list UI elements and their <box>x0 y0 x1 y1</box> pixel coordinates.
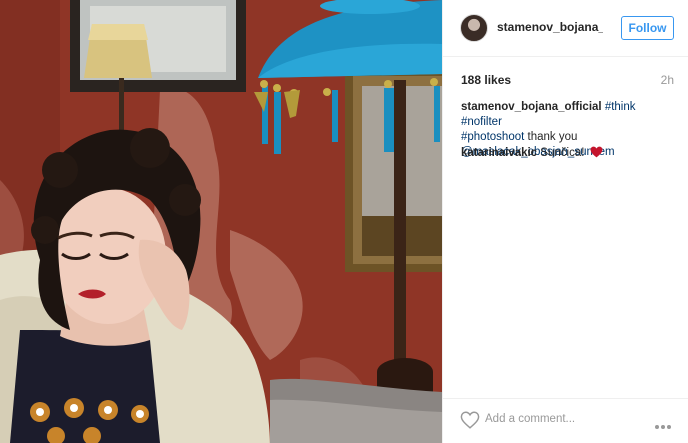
follow-button[interactable]: Follow <box>621 16 674 40</box>
likes-count[interactable]: 188 likes <box>461 73 511 87</box>
comment-username[interactable]: katarinaivakic <box>461 147 537 159</box>
caption-username[interactable]: stamenov_bojana_official <box>461 101 602 113</box>
heart-icon <box>590 146 603 158</box>
more-dot <box>661 425 665 429</box>
avatar[interactable] <box>460 14 488 42</box>
post-header: stamenov_bojana_... Follow <box>443 0 688 57</box>
caption-text: thank you <box>527 131 578 143</box>
heart-outline-icon[interactable] <box>460 411 480 429</box>
hashtag-think[interactable]: #think <box>605 101 636 113</box>
more-dot <box>667 425 671 429</box>
comment-item: katarinaivakic Sunčica! <box>461 146 676 161</box>
more-options-icon[interactable] <box>655 416 675 429</box>
hashtag-nofilter[interactable]: #nofilter <box>461 116 502 128</box>
comment-input[interactable] <box>485 408 625 430</box>
post-time[interactable]: 2h <box>661 73 674 87</box>
post-side-panel: stamenov_bojana_... Follow 188 likes 2h … <box>442 0 688 443</box>
comment-footer <box>443 398 688 443</box>
hashtag-photoshoot[interactable]: #photoshoot <box>461 131 524 143</box>
likes-row: 188 likes 2h <box>461 73 674 89</box>
photo-illustration <box>0 0 442 443</box>
more-dot <box>655 425 659 429</box>
comment-text: Sunčica! <box>540 147 585 159</box>
username-link[interactable]: stamenov_bojana_... <box>497 20 603 34</box>
post-photo[interactable] <box>0 0 442 443</box>
